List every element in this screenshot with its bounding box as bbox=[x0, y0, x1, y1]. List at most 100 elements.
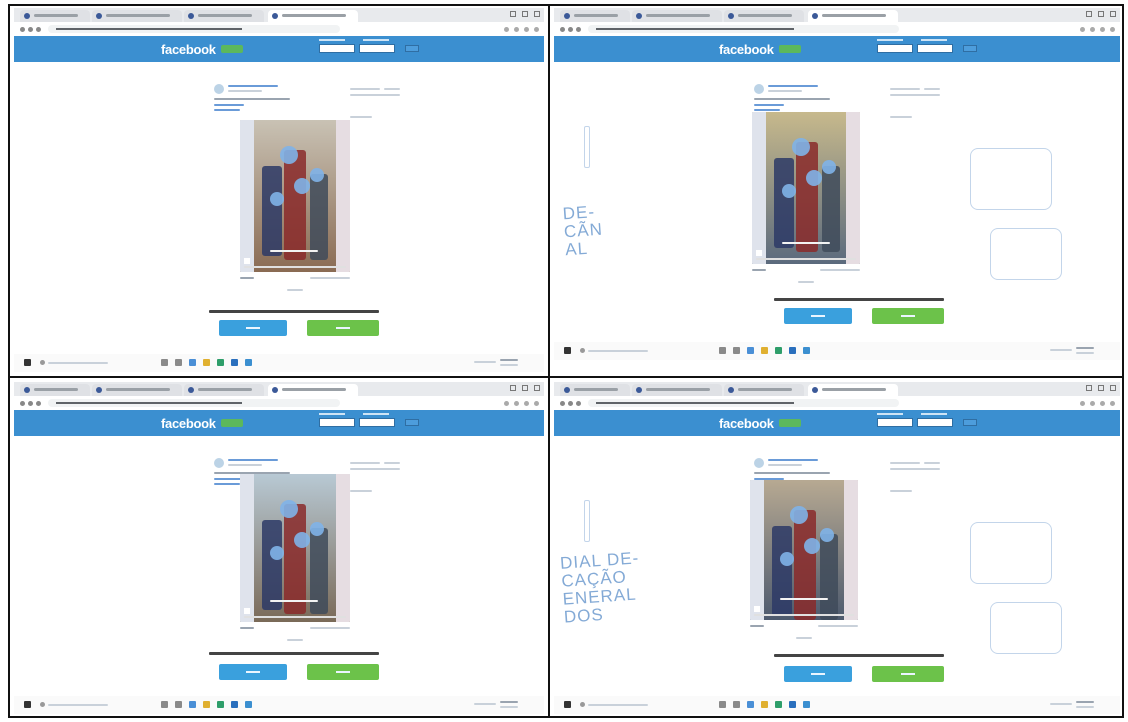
post-link[interactable] bbox=[754, 104, 784, 106]
taskbar-app-icon[interactable] bbox=[175, 701, 182, 708]
avatar-icon[interactable] bbox=[754, 84, 764, 94]
nav-arrow-icon[interactable] bbox=[36, 27, 41, 32]
window-control-icon[interactable] bbox=[510, 385, 516, 391]
email-input[interactable] bbox=[319, 44, 355, 53]
email-input[interactable] bbox=[877, 418, 913, 427]
taskbar-app-icon[interactable] bbox=[719, 701, 726, 708]
post-author[interactable] bbox=[768, 459, 818, 461]
facebook-logo[interactable]: facebook bbox=[719, 416, 774, 431]
post-author[interactable] bbox=[768, 85, 818, 87]
password-input[interactable] bbox=[359, 418, 395, 427]
taskbar-app-icon[interactable] bbox=[789, 701, 796, 708]
see-more-link[interactable] bbox=[798, 281, 814, 283]
video-progress[interactable] bbox=[244, 616, 346, 618]
toolbar-icon[interactable] bbox=[1110, 401, 1115, 406]
url-field[interactable] bbox=[588, 25, 900, 33]
toolbar-icon[interactable] bbox=[1100, 27, 1105, 32]
windows-start-icon[interactable] bbox=[24, 701, 31, 708]
browser-tab[interactable] bbox=[184, 10, 264, 22]
facebook-logo[interactable]: facebook bbox=[719, 42, 774, 57]
login-button[interactable] bbox=[405, 45, 419, 52]
window-control-icon[interactable] bbox=[510, 11, 516, 17]
toolbar-icon[interactable] bbox=[524, 401, 529, 406]
join-badge[interactable] bbox=[779, 45, 801, 53]
video-progress[interactable] bbox=[756, 258, 856, 260]
windows-start-icon[interactable] bbox=[564, 701, 571, 708]
taskbar-app-icon[interactable] bbox=[747, 701, 754, 708]
nav-arrow-icon[interactable] bbox=[576, 401, 581, 406]
create-account-button[interactable] bbox=[872, 308, 944, 324]
windows-start-icon[interactable] bbox=[24, 359, 31, 366]
browser-tab[interactable] bbox=[632, 10, 722, 22]
window-control-icon[interactable] bbox=[1110, 385, 1116, 391]
nav-arrow-icon[interactable] bbox=[568, 27, 573, 32]
browser-tab[interactable] bbox=[92, 10, 182, 22]
log-in-button[interactable] bbox=[219, 320, 287, 336]
browser-tab[interactable] bbox=[724, 384, 804, 396]
toolbar-icon[interactable] bbox=[524, 27, 529, 32]
browser-tab[interactable] bbox=[560, 384, 630, 396]
taskbar-app-icon[interactable] bbox=[733, 347, 740, 354]
taskbar-app-icon[interactable] bbox=[217, 359, 224, 366]
post-link[interactable] bbox=[214, 109, 240, 111]
window-control-icon[interactable] bbox=[1098, 11, 1104, 17]
play-icon[interactable] bbox=[244, 258, 250, 264]
see-more-link[interactable] bbox=[287, 289, 303, 291]
nav-arrow-icon[interactable] bbox=[36, 401, 41, 406]
browser-tab[interactable] bbox=[808, 10, 898, 22]
browser-tab[interactable] bbox=[20, 384, 90, 396]
taskbar-app-icon[interactable] bbox=[761, 347, 768, 354]
toolbar-icon[interactable] bbox=[504, 401, 509, 406]
browser-tab[interactable] bbox=[632, 384, 722, 396]
toolbar-icon[interactable] bbox=[1080, 27, 1085, 32]
window-control-icon[interactable] bbox=[534, 11, 540, 17]
url-field[interactable] bbox=[48, 399, 340, 407]
see-more-link[interactable] bbox=[287, 639, 303, 641]
facebook-logo[interactable]: facebook bbox=[161, 42, 216, 57]
see-more-link[interactable] bbox=[796, 637, 812, 639]
taskbar-app-icon[interactable] bbox=[761, 701, 768, 708]
search-icon[interactable] bbox=[40, 360, 45, 365]
browser-tab[interactable] bbox=[184, 384, 264, 396]
video-frame[interactable] bbox=[240, 120, 350, 272]
video-frame[interactable] bbox=[750, 480, 858, 620]
post-link[interactable] bbox=[754, 109, 780, 111]
browser-tab[interactable] bbox=[20, 10, 90, 22]
search-icon[interactable] bbox=[40, 702, 45, 707]
avatar-icon[interactable] bbox=[214, 458, 224, 468]
email-input[interactable] bbox=[319, 418, 355, 427]
browser-tab[interactable] bbox=[268, 10, 358, 22]
taskbar-app-icon[interactable] bbox=[217, 701, 224, 708]
browser-tab[interactable] bbox=[724, 10, 804, 22]
toolbar-icon[interactable] bbox=[1090, 401, 1095, 406]
login-button[interactable] bbox=[963, 45, 977, 52]
browser-tab[interactable] bbox=[808, 384, 898, 396]
log-in-button[interactable] bbox=[784, 666, 852, 682]
toolbar-icon[interactable] bbox=[534, 27, 539, 32]
taskbar-app-icon[interactable] bbox=[161, 359, 168, 366]
search-icon[interactable] bbox=[580, 702, 585, 707]
password-input[interactable] bbox=[917, 44, 953, 53]
nav-arrow-icon[interactable] bbox=[28, 401, 33, 406]
avatar-icon[interactable] bbox=[214, 84, 224, 94]
taskbar-app-icon[interactable] bbox=[161, 701, 168, 708]
toolbar-icon[interactable] bbox=[514, 27, 519, 32]
windows-start-icon[interactable] bbox=[564, 347, 571, 354]
log-in-button[interactable] bbox=[784, 308, 852, 324]
window-control-icon[interactable] bbox=[1086, 385, 1092, 391]
play-icon[interactable] bbox=[754, 606, 760, 612]
taskbar-app-icon[interactable] bbox=[775, 347, 782, 354]
join-badge[interactable] bbox=[221, 419, 243, 427]
post-author[interactable] bbox=[228, 85, 278, 87]
browser-tab[interactable] bbox=[560, 10, 630, 22]
nav-arrow-icon[interactable] bbox=[20, 401, 25, 406]
toolbar-icon[interactable] bbox=[504, 27, 509, 32]
taskbar-app-icon[interactable] bbox=[245, 359, 252, 366]
browser-tab[interactable] bbox=[268, 384, 358, 396]
nav-arrow-icon[interactable] bbox=[560, 401, 565, 406]
toolbar-icon[interactable] bbox=[1100, 401, 1105, 406]
facebook-logo[interactable]: facebook bbox=[161, 416, 216, 431]
taskbar-app-icon[interactable] bbox=[231, 359, 238, 366]
toolbar-icon[interactable] bbox=[1110, 27, 1115, 32]
taskbar-app-icon[interactable] bbox=[775, 701, 782, 708]
